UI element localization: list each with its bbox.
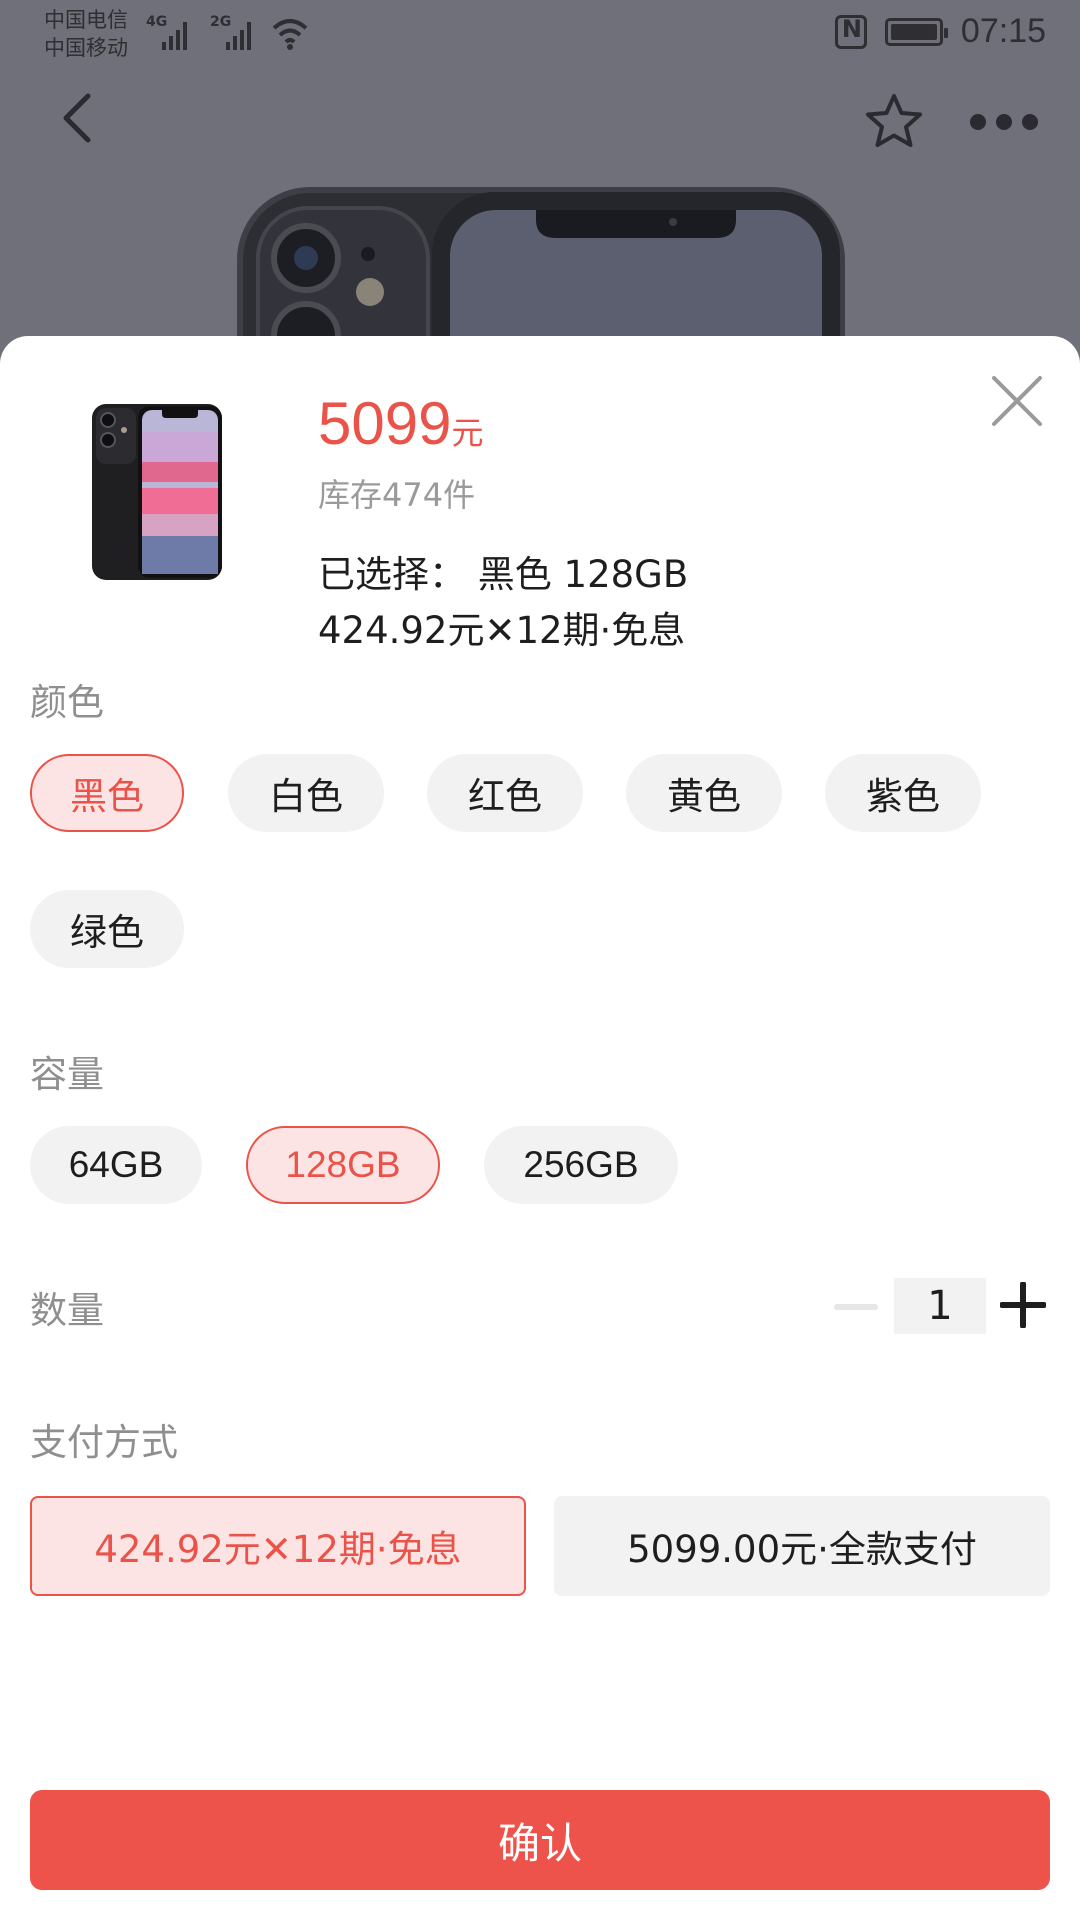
installment-info: 424.92元✕12期·免息 bbox=[318, 609, 686, 652]
status-bar: 中国电信 中国移动 4G 2G 07:15 bbox=[0, 0, 1080, 64]
sku-selector-sheet: 5099元 库存474件 已选择： 黑色 128GB 424.92元✕12期·免… bbox=[0, 336, 1080, 1920]
signal-icon bbox=[226, 18, 251, 50]
price-value: 5099 bbox=[318, 390, 452, 457]
carrier-names: 中国电信 中国移动 bbox=[44, 6, 128, 62]
price: 5099元 bbox=[318, 386, 484, 462]
color-option-black[interactable]: 黑色 bbox=[30, 754, 184, 832]
color-option-green[interactable]: 绿色 bbox=[30, 890, 184, 968]
color-option-white[interactable]: 白色 bbox=[228, 754, 384, 832]
signal-icon bbox=[162, 18, 187, 50]
close-icon[interactable] bbox=[990, 374, 1044, 428]
capacity-option-64gb[interactable]: 64GB bbox=[30, 1126, 202, 1204]
star-outline-icon[interactable] bbox=[862, 90, 926, 154]
more-horizontal-icon[interactable] bbox=[970, 104, 1040, 140]
price-unit: 元 bbox=[451, 414, 484, 452]
carrier-2: 中国移动 bbox=[44, 36, 128, 60]
top-nav-bar bbox=[0, 64, 1080, 174]
color-option-yellow[interactable]: 黄色 bbox=[626, 754, 782, 832]
color-option-red[interactable]: 红色 bbox=[427, 754, 583, 832]
color-option-purple[interactable]: 紫色 bbox=[825, 754, 981, 832]
payment-option-installment[interactable]: 424.92元✕12期·免息 bbox=[30, 1496, 526, 1596]
payment-method-label: 支付方式 bbox=[30, 1421, 178, 1464]
capacity-option-256gb[interactable]: 256GB bbox=[484, 1126, 678, 1204]
battery-icon bbox=[884, 17, 948, 46]
payment-option-full[interactable]: 5099.00元·全款支付 bbox=[554, 1496, 1050, 1596]
color-label: 颜色 bbox=[30, 681, 104, 724]
stock-count: 库存474件 bbox=[318, 476, 476, 514]
carrier-1: 中国电信 bbox=[44, 8, 128, 32]
confirm-button[interactable]: 确认 bbox=[30, 1790, 1050, 1890]
decrease-quantity-button[interactable] bbox=[834, 1304, 878, 1310]
chevron-left-icon[interactable] bbox=[52, 90, 108, 146]
capacity-label: 容量 bbox=[30, 1053, 104, 1096]
capacity-option-128gb[interactable]: 128GB bbox=[246, 1126, 440, 1204]
nfc-icon bbox=[834, 14, 867, 49]
increase-quantity-button[interactable] bbox=[1000, 1282, 1046, 1328]
quantity-label: 数量 bbox=[30, 1289, 104, 1332]
wifi-icon bbox=[272, 19, 308, 50]
selected-spec: 已选择： 黑色 128GB bbox=[318, 553, 689, 596]
quantity-input[interactable]: 1 bbox=[894, 1278, 986, 1334]
product-thumbnail bbox=[92, 404, 222, 580]
clock: 07:15 bbox=[960, 12, 1046, 50]
